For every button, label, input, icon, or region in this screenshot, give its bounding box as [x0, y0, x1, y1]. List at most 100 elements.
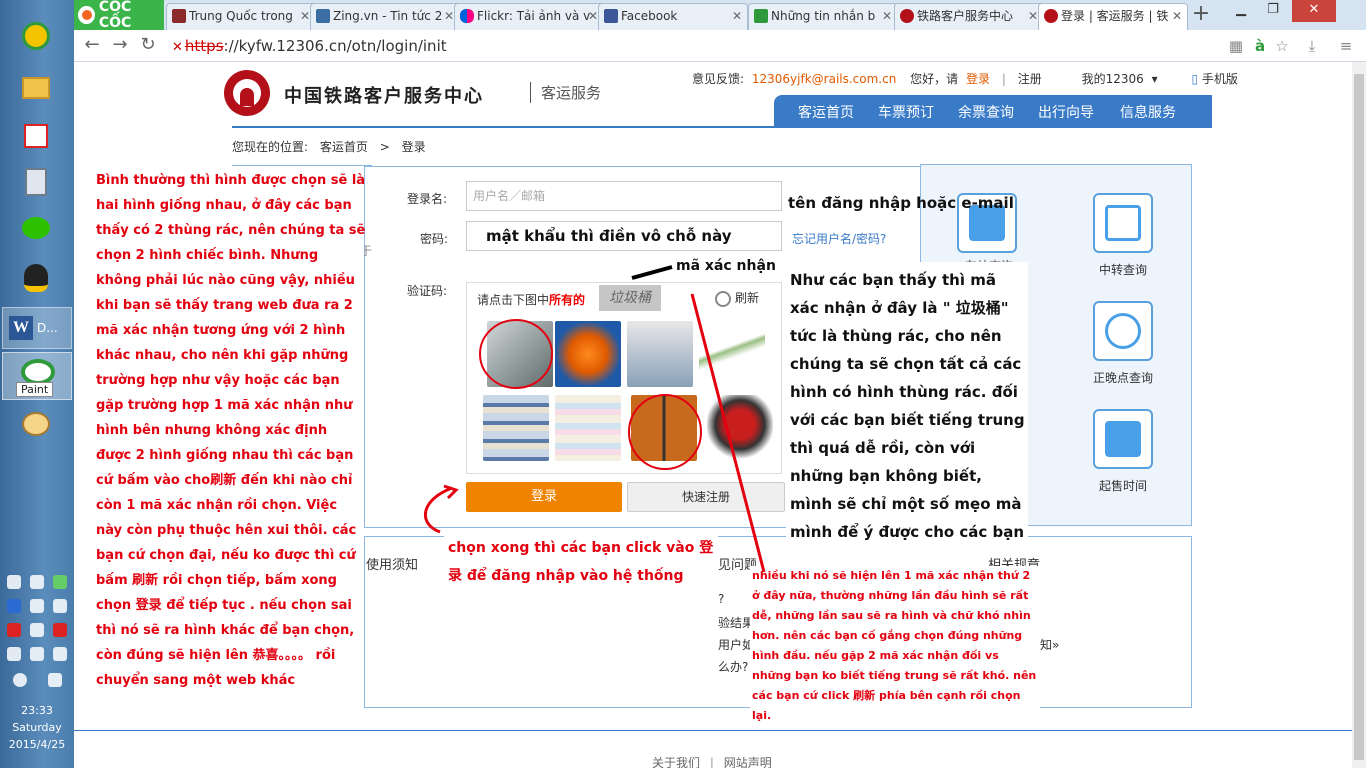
nav-booking[interactable]: 车票预订	[878, 102, 934, 122]
sale-time-icon[interactable]	[1093, 409, 1153, 469]
sale-time-label[interactable]: 起售时间	[1073, 477, 1173, 494]
menu-icon[interactable]: ≡	[1336, 36, 1356, 56]
quick-register-button[interactable]: 快速注册	[627, 482, 785, 512]
app-icon-puzzle[interactable]	[16, 118, 56, 154]
feedback-email-link[interactable]: 12306yjfk@rails.com.cn	[752, 72, 896, 86]
tray-snow-icon[interactable]	[29, 623, 44, 637]
captcha-image-stick[interactable]	[699, 321, 765, 387]
delay-query-label[interactable]: 正晚点查询	[1073, 369, 1173, 386]
nav-travel-guide[interactable]: 出行向导	[1038, 102, 1094, 122]
explorer-icon[interactable]	[16, 70, 56, 106]
new-tab-button[interactable]: +	[1188, 2, 1214, 28]
transfer-query-label[interactable]: 中转查询	[1073, 261, 1173, 278]
translate-icon[interactable]: ▦	[1226, 36, 1246, 56]
app-icon-green[interactable]	[16, 18, 56, 54]
forward-button[interactable]: →	[108, 34, 132, 58]
captcha-image-trash-bin[interactable]	[631, 395, 697, 461]
nav-ticket-query[interactable]: 余票查询	[958, 102, 1014, 122]
tab-2[interactable]: Zing.vn - Tin tức 2 ✕	[310, 3, 460, 30]
tab-favicon	[900, 9, 914, 23]
bluetooth-icon[interactable]	[6, 599, 21, 613]
tab-close-icon[interactable]: ✕	[1028, 4, 1038, 28]
faq-item[interactable]: 么办?	[718, 658, 748, 675]
footer-about-link[interactable]: 关于我们	[652, 756, 700, 768]
captcha-image-machine[interactable]	[627, 321, 693, 387]
delay-query-icon[interactable]	[1093, 301, 1153, 361]
tab-3[interactable]: Flickr: Tải ảnh và v ✕	[454, 3, 604, 30]
battery-icon[interactable]	[6, 647, 21, 661]
restore-button[interactable]: ❐	[1258, 0, 1288, 22]
back-button[interactable]: ←	[80, 34, 104, 58]
captcha-image-towels-2[interactable]	[555, 395, 621, 461]
tab-close-icon[interactable]: ✕	[1172, 4, 1182, 28]
faq-item[interactable]: 验结果	[718, 614, 754, 631]
tab-7-active[interactable]: 登录 | 客运服务 | 铁 ✕	[1038, 3, 1188, 30]
my12306-dropdown[interactable]: 我的12306	[1082, 72, 1144, 86]
username-input[interactable]: 用户名／邮箱	[466, 181, 782, 211]
tab-close-icon[interactable]: ✕	[588, 4, 598, 28]
login-button[interactable]: 登录	[466, 482, 622, 512]
calculator-icon[interactable]	[16, 164, 56, 200]
browser-toolbar: ← → ↻ ✕ https://kyfw.12306.cn/otn/login/i…	[74, 30, 1366, 62]
faq-item[interactable]: ?	[718, 592, 724, 606]
divider: |	[1001, 72, 1006, 86]
captcha-image-generator[interactable]	[707, 395, 773, 461]
tab-close-icon[interactable]: ✕	[444, 4, 454, 28]
minimize-button[interactable]: ▁	[1226, 0, 1256, 22]
flag-icon[interactable]	[53, 599, 68, 613]
tray-m-icon[interactable]	[47, 673, 62, 687]
captcha-image-towels-1[interactable]	[483, 395, 549, 461]
tray-v-icon[interactable]	[53, 623, 68, 637]
windows-taskbar: W D... Paint 23:33 Saturday 2015/4/25	[0, 0, 74, 768]
word-taskbar-label: D...	[37, 321, 58, 335]
word-taskbar-button[interactable]: W D...	[2, 307, 72, 349]
breadcrumb-home[interactable]: 客运首页	[320, 140, 368, 154]
mobile-link[interactable]: 手机版	[1202, 72, 1238, 86]
footer-statement-link[interactable]: 网站声明	[724, 756, 772, 768]
nav-home[interactable]: 客运首页	[798, 102, 854, 122]
volume-icon[interactable]	[53, 647, 68, 661]
nav-info-service[interactable]: 信息服务	[1120, 102, 1176, 122]
close-window-button[interactable]: ✕	[1292, 0, 1336, 22]
coccoc-logo[interactable]: CỐC CỐC	[74, 0, 164, 31]
page-scrollbar[interactable]	[1352, 62, 1366, 768]
tab-close-icon[interactable]: ✕	[732, 4, 742, 28]
bookmark-star-icon[interactable]: ☆	[1272, 36, 1292, 56]
paint-palette-icon[interactable]	[16, 406, 56, 442]
tray-icon-1[interactable]	[6, 575, 21, 589]
captcha-image-jellyfish[interactable]	[555, 321, 621, 387]
usage-notice-heading[interactable]: 使用须知	[366, 554, 418, 573]
address-scheme: https	[184, 37, 224, 55]
faq-item[interactable]: 用户如	[718, 636, 754, 653]
qq-icon[interactable]	[16, 260, 56, 296]
transfer-query-icon[interactable]	[1093, 193, 1153, 253]
forgot-password-link[interactable]: 忘记用户名/密码?	[792, 230, 886, 247]
wechat-icon[interactable]	[16, 210, 56, 246]
tray-close-icon[interactable]	[12, 673, 27, 687]
download-icon[interactable]: ⤓	[1302, 36, 1322, 56]
top-login-link[interactable]: 登录	[966, 72, 990, 86]
tab-6[interactable]: 铁路客户服务中心 ✕	[894, 3, 1044, 30]
clock-date: 2015/4/25	[8, 738, 66, 751]
clock[interactable]: 23:33 Saturday 2015/4/25	[0, 702, 74, 753]
captcha-image-trash-can[interactable]	[487, 321, 553, 387]
tray-q-icon[interactable]	[29, 599, 44, 613]
captcha-refresh-button[interactable]: 刷新	[715, 289, 759, 307]
tab-5[interactable]: Những tin nhắn b ✕	[748, 3, 898, 30]
tray-check-icon[interactable]	[53, 575, 68, 589]
tab-close-icon[interactable]: ✕	[300, 4, 310, 28]
top-register-link[interactable]: 注册	[1018, 72, 1042, 86]
scrollbar-thumb[interactable]	[1354, 74, 1364, 760]
coccoc-dictionary-icon[interactable]: à	[1250, 36, 1270, 56]
address-bar[interactable]: ✕ https://kyfw.12306.cn/otn/login/init	[172, 34, 1222, 58]
tab-close-icon[interactable]: ✕	[882, 4, 892, 28]
railway-logo[interactable]	[224, 70, 270, 116]
tray-red-icon[interactable]	[6, 623, 21, 637]
tab-4[interactable]: Facebook ✕	[598, 3, 748, 30]
more-link[interactable]: 知»	[1040, 636, 1059, 653]
tray-qq-icon[interactable]	[29, 575, 44, 589]
network-icon[interactable]	[29, 647, 44, 661]
tab-1[interactable]: Trung Quốc trong ✕	[166, 3, 316, 30]
reload-button[interactable]: ↻	[136, 34, 160, 58]
insecure-lock-icon: ✕	[172, 40, 183, 55]
